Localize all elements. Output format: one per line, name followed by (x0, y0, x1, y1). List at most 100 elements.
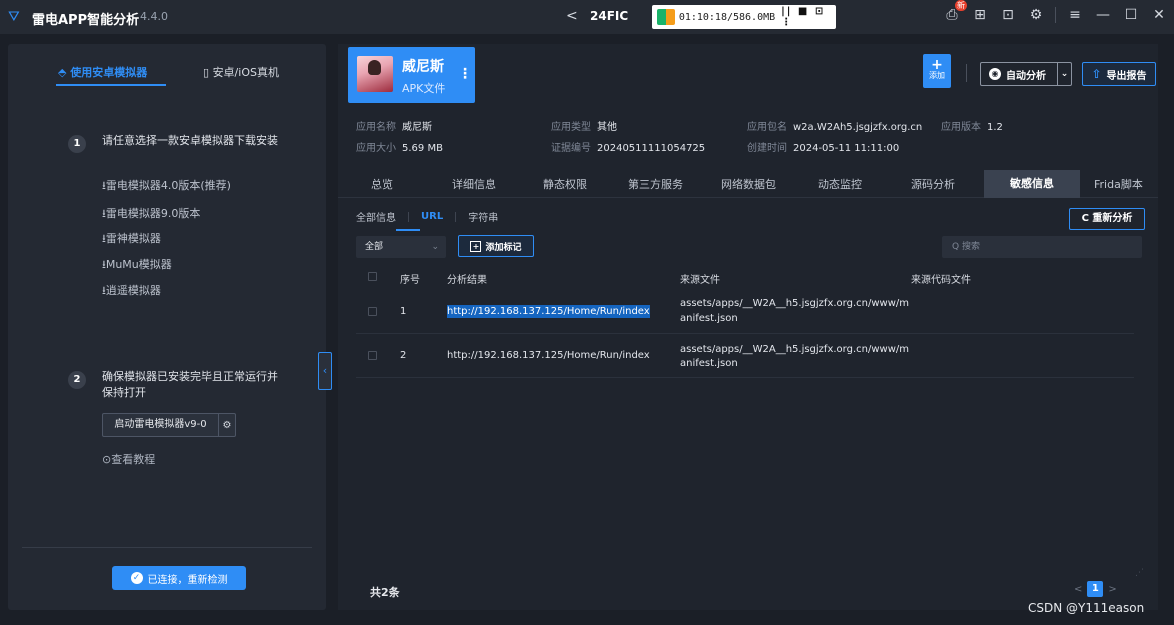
minimize-icon[interactable]: — (1094, 6, 1112, 24)
download-xiaoyao[interactable]: ⭳逍遥模拟器 (102, 282, 161, 301)
check-icon: ✓ (130, 572, 143, 584)
download-leidian-9[interactable]: ⭳雷电模拟器9.0版本 (102, 205, 200, 224)
download-leidian-4[interactable]: ⭳雷电模拟器4.0版本(推荐) (102, 177, 231, 196)
download-leishen[interactable]: ⭳雷神模拟器 (102, 230, 161, 249)
row-checkbox[interactable] (368, 351, 377, 360)
info-app-name: 应用名称 威尼斯 (356, 122, 432, 133)
subtab-all[interactable]: 全部信息 (356, 209, 396, 224)
col-index: 序号 (400, 275, 420, 286)
add-tag-label: 添加标记 (485, 242, 522, 253)
table-row[interactable]: 1 http://192.168.137.125/Home/Run/index … (356, 292, 1134, 334)
analysis-panel: 威尼斯 APK文件 ⋮ + 添加 ◉ 自动分析 ⌄ ⇧ 导出报告 应用名称 威尼斯… (338, 44, 1158, 610)
step-1-text: 请任意选择一款安卓模拟器下载安装 (102, 134, 278, 147)
app-card-type: APK文件 (402, 82, 446, 95)
info-app-type: 应用类型 其他 (551, 122, 617, 133)
gear-icon[interactable]: ⚙ (1027, 6, 1045, 24)
row-index: 1 (400, 306, 407, 317)
tab-real-device[interactable]: ▯ 安卓/iOS真机 (203, 64, 279, 80)
tab-android-emulator[interactable]: ⬘ 使用安卓模拟器 (58, 64, 147, 80)
step-2-text: 确保模拟器已安装完毕且正常运行并保持打开 (102, 370, 278, 399)
subtab-strings[interactable]: 字符串 (468, 209, 498, 224)
download-mumu[interactable]: ⭳MuMu模拟器 (102, 256, 172, 275)
row-result[interactable]: http://192.168.137.125/Home/Run/index (447, 305, 650, 318)
tab-overview[interactable]: 总览 (371, 176, 393, 192)
col-source-code-file: 来源代码文件 (911, 275, 971, 286)
export-report-button[interactable]: ⇧ 导出报告 (1082, 62, 1156, 86)
add-tag-button[interactable]: + 添加标记 (458, 235, 534, 257)
app-logo-icon: ⛛ (8, 9, 20, 25)
total-count: 共2条 (370, 586, 400, 599)
tab-frida-script[interactable]: Frida脚本 (1094, 176, 1143, 192)
new-badge: 新 (955, 0, 967, 11)
row-result[interactable]: http://192.168.137.125/Home/Run/index (447, 350, 650, 361)
auto-analyze-label: 自动分析 (1006, 70, 1046, 82)
menu-icon[interactable]: ≡ (1066, 6, 1084, 24)
launch-emulator-button[interactable]: 启动雷电模拟器v9-0 ⚙ (102, 413, 236, 437)
screen-recorder-bar[interactable]: 01:10:18/586.0MB || ■ ⊡ ⋮ (652, 5, 836, 29)
toolbar-divider (966, 64, 967, 82)
app-title: 雷电APP智能分析 (32, 13, 140, 28)
app-thumbnail (357, 56, 393, 92)
info-package: 应用包名 w2a.W2Ah5.jsgjzfx.org.cn (747, 122, 923, 133)
maximize-icon[interactable]: ☐ (1122, 6, 1140, 24)
titlebar-actions: ⎙ 新 ⊞ ⊡ ⚙ ≡ — ☐ ✕ (943, 0, 1168, 24)
step-2-badge: 2 (68, 371, 86, 389)
main-tabs: 总览 详细信息 静态权限 第三方服务 网络数据包 动态监控 源码分析 敏感信息 … (338, 170, 1158, 198)
app-card[interactable]: 威尼斯 APK文件 ⋮ (348, 47, 475, 103)
auto-analyze-dropdown-icon[interactable]: ⌄ (1057, 63, 1071, 85)
chevron-down-icon: ⌄ (431, 242, 439, 252)
resize-grip-icon[interactable]: ⋰ (1135, 568, 1144, 578)
tab-dynamic-monitor[interactable]: 动态监控 (818, 176, 862, 192)
app-card-name: 威尼斯 (402, 59, 444, 75)
row-checkbox[interactable] (368, 307, 377, 316)
select-all-checkbox[interactable] (368, 272, 377, 281)
next-page-icon[interactable]: > (1108, 584, 1116, 595)
info-version: 应用版本 1.2 (941, 122, 1003, 133)
app-version: 4.4.0 (140, 10, 168, 23)
upload-icon: ⇧ (1091, 67, 1102, 81)
info-created-time: 创建时间 2024-05-11 11:11:00 (747, 143, 900, 154)
info-size: 应用大小 5.69 MB (356, 143, 443, 154)
tab-third-party[interactable]: 第三方服务 (628, 176, 683, 192)
filter-select[interactable]: 全部 ⌄ (356, 236, 446, 258)
collapse-panel-handle[interactable]: ‹ (318, 352, 332, 390)
launch-settings-icon[interactable]: ⚙ (219, 420, 235, 431)
page-number[interactable]: 1 (1087, 581, 1104, 597)
new-feature-icon[interactable]: ⎙ 新 (943, 0, 967, 24)
export-report-label: 导出报告 (1106, 70, 1147, 82)
emulator-panel: ⬘ 使用安卓模拟器 ▯ 安卓/iOS真机 1 请任意选择一款安卓模拟器下载安装 … (8, 44, 332, 610)
auto-analyze-icon: ◉ (989, 68, 1001, 80)
tab-source-analysis[interactable]: 源码分析 (911, 176, 955, 192)
row-source-line1: assets/apps/__W2A__h5.jsgjzfx.org.cn/www… (680, 298, 909, 309)
row-source-line2: anifest.json (680, 313, 738, 324)
search-input[interactable]: Q 搜索 (942, 236, 1142, 258)
add-button[interactable]: + 添加 (923, 54, 951, 88)
more-icon[interactable]: ⋮ (458, 66, 472, 82)
tab-static-permissions[interactable]: 静态权限 (543, 176, 587, 192)
reanalyze-button[interactable]: C 重新分析 (1069, 208, 1145, 230)
subtab-indicator (396, 229, 420, 231)
chart-icon[interactable]: ⊡ (999, 6, 1017, 24)
briefcase-icon[interactable]: ⊞ (971, 6, 989, 24)
row-index: 2 (400, 350, 407, 361)
left-divider (22, 547, 312, 548)
tab-details[interactable]: 详细信息 (452, 176, 496, 192)
step-1-badge: 1 (68, 135, 86, 153)
table-row[interactable]: 2 http://192.168.137.125/Home/Run/index … (356, 336, 1134, 378)
prev-page-icon[interactable]: < (1074, 584, 1082, 595)
subtab-url[interactable]: URL (421, 211, 443, 222)
back-icon[interactable]: < (566, 8, 578, 24)
recorder-controls[interactable]: || ■ ⊡ ⋮ (781, 6, 836, 28)
subtabs: 全部信息 URL 字符串 (356, 209, 510, 224)
add-label: 添加 (929, 71, 945, 80)
tab-network-packets[interactable]: 网络数据包 (721, 176, 776, 192)
tab-sensitive-info[interactable]: 敏感信息 (984, 170, 1080, 198)
auto-analyze-button[interactable]: ◉ 自动分析 ⌄ (980, 62, 1072, 86)
reconnect-button[interactable]: ✓ 已连接，重新检测 (112, 566, 246, 590)
view-tutorial-link[interactable]: ⊙查看教程 (102, 451, 155, 467)
title-bar: ⛛ 雷电APP智能分析 4.4.0 < 24FIC 01:10:18/586.0… (0, 0, 1174, 34)
close-icon[interactable]: ✕ (1150, 6, 1168, 24)
row-source-line2: anifest.json (680, 358, 738, 369)
window-center-title: 24FIC (590, 9, 629, 23)
row-source-line1: assets/apps/__W2A__h5.jsgjzfx.org.cn/www… (680, 344, 909, 355)
